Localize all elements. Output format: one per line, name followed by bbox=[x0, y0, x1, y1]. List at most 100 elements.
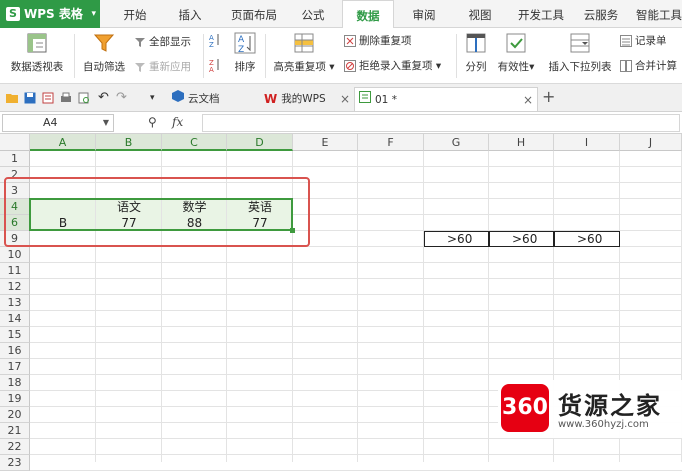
undo-icon[interactable]: ↶ bbox=[98, 91, 110, 104]
doc-tab-cloud[interactable]: 云文档 bbox=[168, 87, 250, 111]
row-header[interactable]: 12 bbox=[0, 279, 30, 295]
close-icon[interactable]: × bbox=[340, 87, 350, 111]
row-header[interactable]: 15 bbox=[0, 327, 30, 343]
insert-function-icon[interactable]: fx bbox=[172, 115, 183, 129]
print-icon[interactable] bbox=[60, 92, 72, 104]
tab-formula[interactable]: 公式 bbox=[293, 0, 333, 28]
row-header[interactable]: 21 bbox=[0, 423, 30, 439]
gridline bbox=[30, 374, 682, 375]
svg-text:Z: Z bbox=[238, 45, 244, 54]
reject-duplicates-button[interactable]: 拒绝录入重复项 ▾ bbox=[344, 58, 441, 73]
validity-button[interactable]: 有效性▾ bbox=[494, 32, 538, 74]
chevron-down-icon: ▾ bbox=[91, 9, 96, 19]
column-header[interactable]: F bbox=[358, 134, 424, 151]
app-menu-button[interactable]: S WPS 表格 ▾ bbox=[0, 0, 100, 28]
sort-label: 排序 bbox=[234, 61, 256, 73]
save-icon[interactable] bbox=[24, 92, 36, 104]
record-form-label: 记录单 bbox=[635, 35, 667, 47]
tab-view[interactable]: 视图 bbox=[460, 0, 500, 28]
zoom-search-icon[interactable]: ⚲ bbox=[148, 115, 157, 129]
sort-az-icon: AZ bbox=[234, 32, 256, 55]
menu-bar: S WPS 表格 ▾ 开始 插入 页面布局 公式 数据 审阅 视图 开发工具 云… bbox=[0, 0, 682, 29]
record-form-button[interactable]: 记录单 bbox=[620, 33, 667, 48]
tab-start[interactable]: 开始 bbox=[115, 0, 155, 28]
gridline bbox=[30, 438, 682, 439]
tab-data[interactable]: 数据 bbox=[342, 0, 394, 29]
doc-tab-active[interactable]: 01 * × bbox=[354, 87, 538, 111]
chevron-down-icon[interactable]: ▼ bbox=[103, 115, 109, 131]
remove-duplicates-button[interactable]: 删除重复项 bbox=[344, 33, 412, 48]
tab-smart-tools[interactable]: 智能工具 bbox=[632, 0, 682, 28]
column-header[interactable]: J bbox=[620, 134, 682, 151]
gridline bbox=[30, 342, 682, 343]
reapply-button[interactable]: 重新应用 bbox=[134, 59, 191, 74]
cell-i9[interactable]: >60 bbox=[554, 231, 620, 247]
row-header[interactable]: 10 bbox=[0, 247, 30, 263]
row-header[interactable]: 1 bbox=[0, 151, 30, 167]
sort-ascending-button[interactable]: AZ bbox=[209, 33, 221, 49]
show-all-button[interactable]: 全部显示 bbox=[134, 34, 191, 49]
tab-cloud[interactable]: 云服务 bbox=[578, 0, 624, 28]
column-header[interactable]: G bbox=[424, 134, 489, 151]
cell-h9[interactable]: >60 bbox=[489, 231, 554, 247]
column-header[interactable]: E bbox=[293, 134, 358, 151]
open-folder-icon[interactable] bbox=[6, 92, 18, 104]
column-header[interactable]: I bbox=[554, 134, 620, 151]
column-header[interactable]: A bbox=[30, 134, 96, 151]
row-header[interactable]: 20 bbox=[0, 407, 30, 423]
watermark-title: 货源之家 bbox=[558, 392, 662, 420]
pivot-table-button[interactable]: 数据透视表 bbox=[6, 32, 68, 74]
sort-descending-button[interactable]: ZA bbox=[209, 58, 221, 74]
insert-dropdown-label: 插入下拉列表 bbox=[548, 61, 612, 73]
highlight-duplicates-icon bbox=[293, 32, 315, 54]
redo-icon[interactable]: ↷ bbox=[116, 91, 128, 104]
select-all-corner[interactable] bbox=[0, 134, 30, 151]
gridline bbox=[30, 454, 682, 455]
name-box[interactable]: A4 ▼ bbox=[2, 114, 114, 132]
row-header[interactable]: 18 bbox=[0, 375, 30, 391]
gridline bbox=[30, 310, 682, 311]
sort-ascending-icon: AZ bbox=[209, 33, 221, 49]
close-icon[interactable]: × bbox=[523, 88, 533, 112]
sort-button[interactable]: AZ 排序 bbox=[230, 32, 260, 74]
row-header[interactable]: 16 bbox=[0, 343, 30, 359]
quick-access-dropdown-icon[interactable]: ▾ bbox=[150, 92, 162, 104]
column-header[interactable]: H bbox=[489, 134, 554, 151]
insert-dropdown-button[interactable]: 插入下拉列表 bbox=[544, 32, 616, 74]
merge-calc-button[interactable]: 合并计算 bbox=[620, 58, 677, 73]
preview-icon[interactable] bbox=[78, 92, 90, 104]
formula-input[interactable] bbox=[202, 114, 680, 132]
tab-developer[interactable]: 开发工具 bbox=[512, 0, 570, 28]
watermark-url: www.360hyzj.com bbox=[558, 419, 649, 430]
highlight-duplicates-button[interactable]: 高亮重复项 ▾ bbox=[270, 32, 338, 74]
tab-review[interactable]: 审阅 bbox=[404, 0, 444, 28]
autofilter-button[interactable]: 自动筛选 bbox=[80, 32, 128, 74]
pivot-table-icon bbox=[26, 32, 48, 54]
doc-tab-my-wps[interactable]: W 我的WPS × bbox=[260, 87, 350, 111]
row-header[interactable]: 22 bbox=[0, 439, 30, 455]
row-header[interactable]: 23 bbox=[0, 455, 30, 471]
split-column-button[interactable]: 分列 bbox=[460, 32, 492, 74]
spreadsheet-file-icon bbox=[359, 88, 371, 112]
print-preview-icon[interactable] bbox=[42, 92, 54, 104]
row-header[interactable]: 17 bbox=[0, 359, 30, 375]
pivot-table-label: 数据透视表 bbox=[10, 61, 64, 73]
row-header[interactable]: 13 bbox=[0, 295, 30, 311]
gridline bbox=[30, 262, 682, 263]
row-header[interactable]: 19 bbox=[0, 391, 30, 407]
cell-g9[interactable]: >60 bbox=[424, 231, 489, 247]
svg-text:Z: Z bbox=[209, 41, 214, 47]
column-header[interactable]: D bbox=[227, 134, 293, 151]
gridline bbox=[30, 358, 682, 359]
column-header[interactable]: C bbox=[162, 134, 227, 151]
filter-icon bbox=[93, 32, 115, 54]
document-tab-bar: ↶ ↷ ▾ 云文档 W 我的WPS × 01 * × + bbox=[0, 84, 682, 112]
row-header[interactable]: 11 bbox=[0, 263, 30, 279]
split-column-icon bbox=[465, 32, 487, 54]
doc-tab-label: 01 * bbox=[375, 93, 397, 106]
row-header[interactable]: 14 bbox=[0, 311, 30, 327]
tab-page-layout[interactable]: 页面布局 bbox=[225, 0, 283, 28]
column-header[interactable]: B bbox=[96, 134, 162, 151]
tab-insert[interactable]: 插入 bbox=[170, 0, 210, 28]
new-tab-plus-icon[interactable]: + bbox=[542, 89, 555, 105]
